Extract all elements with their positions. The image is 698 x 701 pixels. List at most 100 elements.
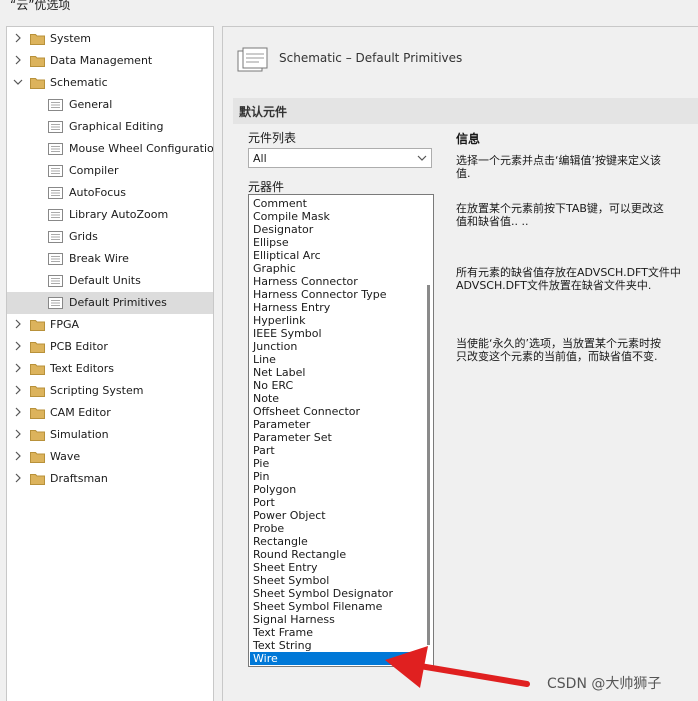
chevron-down-icon[interactable] [12,76,24,88]
primitive-list-dropdown[interactable]: All [248,148,432,168]
info-line: 所有元素的缺省值存放在ADVSCH.DFT文件中 [456,266,681,279]
list-item[interactable]: Graphic [250,262,418,275]
tree-item-break-wire[interactable]: Break Wire [7,248,213,270]
list-item[interactable]: Polygon [250,483,418,496]
tree-item-wave[interactable]: Wave [7,446,213,468]
chevron-right-icon[interactable] [12,428,24,440]
list-item[interactable]: Rectangle [250,535,418,548]
list-item[interactable]: Offsheet Connector [250,405,418,418]
tree-item-cam-editor[interactable]: CAM Editor [7,402,213,424]
chevron-right-icon[interactable] [12,450,24,462]
tree-item-text-editors[interactable]: Text Editors [7,358,213,380]
tree-item-label: PCB Editor [50,340,108,353]
tree-item-fpga[interactable]: FPGA [7,314,213,336]
tree-item-label: Simulation [50,428,109,441]
primitives-listbox[interactable]: Wire Text String Text Frame Signal Harness S… [248,194,434,667]
folder-icon [30,34,45,45]
chevron-right-icon[interactable] [12,362,24,374]
list-item[interactable]: Pie [250,457,418,470]
tree-item-draftsman[interactable]: Draftsman [7,468,213,490]
folder-icon [30,386,45,397]
tree-item-label: AutoFocus [69,186,126,199]
tree-item-autofocus[interactable]: AutoFocus [7,182,213,204]
chevron-right-icon[interactable] [12,406,24,418]
folder-open-icon [30,78,45,89]
list-item[interactable]: Parameter [250,418,418,431]
list-item[interactable]: Designator [250,223,418,236]
tree-item-compiler[interactable]: Compiler [7,160,213,182]
list-item[interactable]: Probe [250,522,418,535]
list-item[interactable]: Power Object [250,509,418,522]
info-title: 信息 [456,132,481,146]
list-item[interactable]: Net Label [250,366,418,379]
list-item[interactable]: Line [250,353,418,366]
chevron-right-icon[interactable] [12,32,24,44]
tree-item-pcb-editor[interactable]: PCB Editor [7,336,213,358]
settings-page-icon [48,275,63,287]
list-item[interactable]: Text Frame [250,626,418,639]
options-tree[interactable]: System Data Management Schematic General Gra… [6,26,214,701]
tree-item-label: Mouse Wheel Configuration [69,142,214,155]
list-item[interactable]: Harness Entry [250,301,418,314]
list-item[interactable]: Junction [250,340,418,353]
list-item[interactable]: IEEE Symbol [250,327,418,340]
primitives-label: 元器件 [248,180,285,194]
list-item[interactable]: Harness Connector [250,275,418,288]
list-item[interactable]: Harness Connector Type [250,288,418,301]
list-item[interactable]: Note [250,392,418,405]
tree-item-general[interactable]: General [7,94,213,116]
settings-page-icon [48,253,63,265]
tree-item-schematic[interactable]: Schematic [7,72,213,94]
list-item[interactable]: Text String [250,639,418,652]
section-header: 默认元件 [233,98,698,124]
folder-icon [30,452,45,463]
list-item[interactable]: Compile Mask [250,210,418,223]
folder-icon [30,474,45,485]
chevron-right-icon[interactable] [12,318,24,330]
tree-item-grids[interactable]: Grids [7,226,213,248]
list-item[interactable]: Port [250,496,418,509]
tree-item-graphical-editing[interactable]: Graphical Editing [7,116,213,138]
tree-item-system[interactable]: System [7,28,213,50]
watermark: CSDN @大帅狮子 [547,676,662,692]
settings-panel: Schematic – Default Primitives 默认元件 元件列表… [222,26,698,701]
list-item[interactable]: Pin [250,470,418,483]
list-item[interactable]: Wire [250,652,418,665]
settings-page-icon [48,143,63,155]
tree-item-mouse-wheel-configuration[interactable]: Mouse Wheel Configuration [7,138,213,160]
list-item[interactable]: Elliptical Arc [250,249,418,262]
chevron-right-icon[interactable] [12,472,24,484]
list-item[interactable]: Sheet Entry [250,561,418,574]
info-line: 当使能‘永久的’选项，当放置某个元素时按 [456,337,661,350]
tree-item-default-units[interactable]: Default Units [7,270,213,292]
list-item[interactable]: Sheet Symbol Filename [250,600,418,613]
tree-item-scripting-system[interactable]: Scripting System [7,380,213,402]
list-item[interactable]: Sheet Symbol Designator [250,587,418,600]
list-item[interactable]: Sheet Symbol [250,574,418,587]
list-item[interactable]: Round Rectangle [250,548,418,561]
info-line: 在放置某个元素前按下TAB键，可以更改这 [456,202,664,215]
folder-icon [30,342,45,353]
list-item[interactable]: Signal Harness [250,613,418,626]
tree-item-label: Default Units [69,274,141,287]
list-item[interactable]: Part [250,444,418,457]
tree-item-default-primitives[interactable]: Default Primitives [7,292,213,314]
tree-item-data-management[interactable]: Data Management [7,50,213,72]
tree-item-library-autozoom[interactable]: Library AutoZoom [7,204,213,226]
list-item[interactable]: Ellipse [250,236,418,249]
list-item[interactable]: Comment [250,197,418,210]
tree-item-simulation[interactable]: Simulation [7,424,213,446]
list-item[interactable]: Parameter Set [250,431,418,444]
window-title: “云”优选项 [10,0,71,12]
list-item[interactable]: No ERC [250,379,418,392]
tree-item-label: Wave [50,450,81,463]
folder-icon [30,56,45,67]
chevron-right-icon[interactable] [12,384,24,396]
tree-item-label: CAM Editor [50,406,111,419]
list-item[interactable]: Hyperlink [250,314,418,327]
chevron-right-icon[interactable] [12,340,24,352]
list-scrollbar[interactable] [427,285,430,645]
chevron-right-icon[interactable] [12,54,24,66]
tree-item-label: Graphical Editing [69,120,164,133]
tree-item-label: Scripting System [50,384,144,397]
